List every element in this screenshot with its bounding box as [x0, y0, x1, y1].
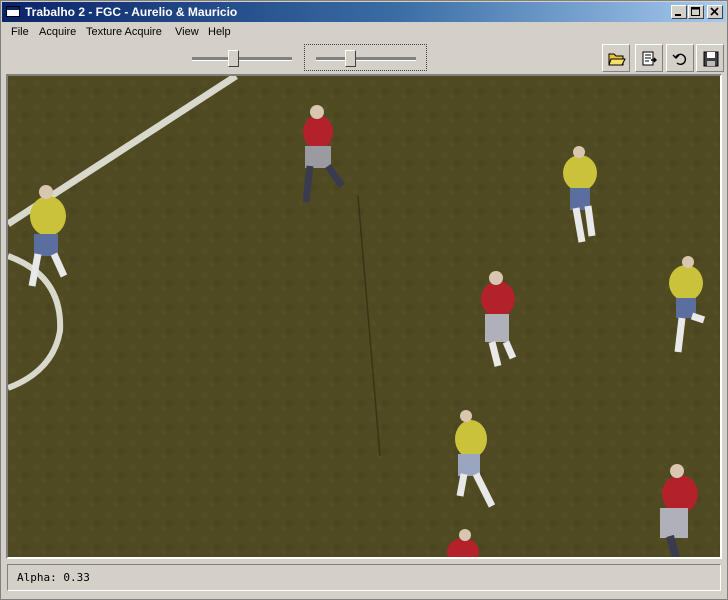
menu-texture-acquire[interactable]: Texture Acquire	[86, 26, 162, 38]
video-viewport[interactable]	[6, 74, 722, 559]
save-icon	[703, 51, 719, 67]
slider-1-track	[192, 57, 292, 61]
slider-2[interactable]	[316, 46, 416, 70]
maximize-icon	[691, 7, 700, 16]
menu-file[interactable]: File	[11, 26, 29, 38]
grass-field	[8, 76, 720, 557]
menu-acquire[interactable]: Acquire	[39, 26, 76, 38]
menu-view[interactable]: View	[175, 26, 199, 38]
save-button[interactable]	[696, 44, 724, 72]
export-button[interactable]	[635, 44, 663, 72]
export-icon	[642, 51, 657, 66]
slider-1[interactable]	[192, 46, 292, 70]
app-window: Trabalho 2 - FGC - Aurelio & Mauricio Fi…	[0, 0, 728, 600]
status-alpha-text: Alpha: 0.33	[17, 571, 90, 584]
menu-help[interactable]: Help	[208, 26, 231, 38]
title-bar[interactable]: Trabalho 2 - FGC - Aurelio & Mauricio	[2, 2, 726, 22]
maximize-button[interactable]	[688, 5, 704, 19]
open-folder-icon	[608, 53, 626, 66]
toolbar	[2, 42, 726, 74]
close-icon	[710, 7, 719, 16]
app-window-icon	[6, 6, 20, 17]
menu-bar: File Acquire Texture Acquire View Help	[2, 22, 726, 42]
slider-2-track	[316, 57, 416, 61]
close-button[interactable]	[707, 5, 723, 19]
status-bar: Alpha: 0.33	[7, 564, 721, 591]
soccer-field-frame	[8, 76, 720, 557]
slider-1-thumb[interactable]	[228, 50, 239, 67]
undo-icon	[672, 53, 687, 66]
minimize-icon	[675, 14, 681, 16]
minimize-button[interactable]	[671, 5, 687, 19]
open-button[interactable]	[602, 44, 630, 72]
undo-button[interactable]	[666, 44, 694, 72]
slider-2-thumb[interactable]	[345, 50, 356, 67]
window-title: Trabalho 2 - FGC - Aurelio & Mauricio	[25, 5, 238, 19]
